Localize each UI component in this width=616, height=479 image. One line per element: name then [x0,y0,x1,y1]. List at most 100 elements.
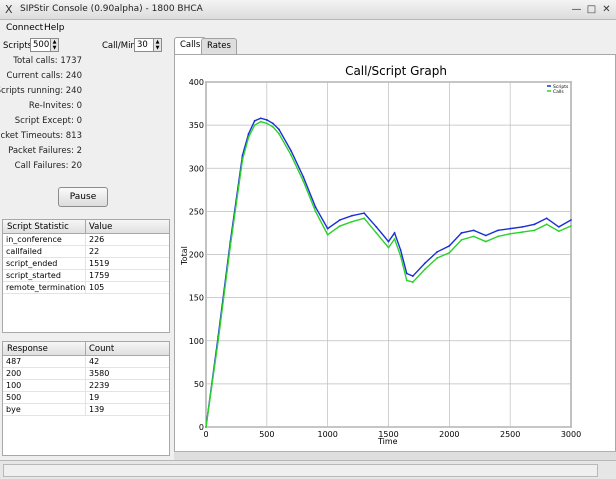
table-header: Script Statistic Value [3,220,169,234]
close-icon[interactable]: ✕ [600,3,613,16]
cell-value: 105 [89,283,105,292]
data-point-scripts [290,150,293,152]
menu-help[interactable]: Help [44,23,65,33]
data-point-calls [265,122,268,125]
data-point-scripts [484,234,487,237]
y-tick-label: 350 [189,121,204,130]
app-icon: X [5,3,13,16]
data-point-scripts [278,128,280,131]
data-point-calls [424,268,426,271]
data-point-scripts [265,119,268,121]
cell-value: 1519 [89,259,110,268]
scripts-stepper[interactable]: ▲ ▼ [50,38,59,52]
stat-call-failures: Call Failures: 20 [14,161,82,171]
data-point-scripts [363,212,366,215]
y-axis-label: Total [179,246,189,265]
data-point-scripts [393,232,396,234]
stat-total-calls: Total calls: 1737 [13,56,82,66]
pause-button[interactable]: Pause [58,187,108,207]
y-tick-label: 250 [189,207,204,216]
data-point-scripts [314,206,317,208]
column-header-response[interactable]: Response [7,344,48,354]
data-point-scripts [448,244,451,247]
data-point-scripts [545,217,548,220]
horizontal-scrollbar[interactable] [174,451,616,460]
cell-count: 3580 [89,369,110,378]
maximize-icon[interactable]: □ [585,3,598,16]
data-point-scripts [460,232,463,234]
callmin-stepper[interactable]: ▲ ▼ [153,38,162,52]
data-point-calls [363,217,366,220]
cell-response: bye [6,405,21,414]
column-header-value[interactable]: Value [89,222,112,232]
cell-name: remote_termination [6,283,86,292]
tab-rates[interactable]: Rates [201,38,237,54]
y-tick-label: 200 [189,251,204,260]
data-point-scripts [424,262,426,265]
table-row[interactable]: callfailed 22 [3,246,169,258]
data-point-calls [278,132,280,135]
cell-name: in_conference [6,235,62,244]
scripts-input[interactable]: 500 [30,38,51,52]
title-bar: X SIPStir Console (0.90alpha) - 1800 BHC… [0,0,616,20]
y-tick-label: 400 [189,78,204,87]
menu-bar: Connect Help [0,20,616,36]
y-tick-label: 0 [199,423,204,432]
cell-value: 1759 [89,271,110,280]
stat-script-except: Script Except: 0 [14,116,82,126]
data-point-scripts [302,175,305,178]
table-row[interactable]: in_conference 226 [3,234,169,246]
data-point-calls [314,210,317,213]
scripts-label: Scripts [3,41,33,51]
table-row[interactable]: 200 3580 [3,368,169,380]
script-statistic-table: Script Statistic Value in_conference 226 … [2,219,170,333]
cell-count: 19 [89,393,100,402]
table-row[interactable]: bye 139 [3,404,169,416]
data-point-scripts [338,219,341,221]
data-point-calls [497,235,499,238]
table-row[interactable]: script_started 1759 [3,270,169,282]
data-point-scripts [405,272,408,275]
data-point-scripts [387,240,390,243]
column-header-count[interactable]: Count [89,344,114,354]
stat-reinvites: Re-Invites: 0 [28,101,82,111]
data-point-scripts [436,251,439,253]
callmin-input[interactable]: 30 [134,38,154,52]
data-point-scripts [253,119,256,122]
data-point-calls [229,244,232,247]
cell-name: callfailed [6,247,42,256]
data-point-calls [436,257,439,259]
y-tick-label: 50 [194,380,204,389]
data-point-calls [272,125,274,128]
data-point-calls [217,339,220,342]
data-point-scripts [399,249,402,252]
data-point-calls [247,136,250,139]
data-point-calls [472,235,475,238]
data-point-scripts [351,214,353,217]
data-point-calls [570,225,572,227]
table-row[interactable]: script_ended 1519 [3,258,169,270]
data-point-calls [399,255,402,258]
table-row[interactable]: remote_termination 105 [3,282,169,294]
legend-label: Calls [553,89,564,95]
data-point-calls [338,225,341,227]
data-point-calls [205,426,207,428]
stat-current-calls: Current calls: 240 [6,71,82,81]
column-header-script-statistic[interactable]: Script Statistic [7,222,69,232]
minimize-icon[interactable]: — [570,3,583,16]
data-point-calls [259,120,262,123]
data-point-scripts [375,226,378,228]
table-row[interactable]: 487 42 [3,356,169,368]
cell-count: 2239 [89,381,110,390]
data-point-calls [509,232,512,235]
status-bar [0,460,616,479]
data-point-calls [448,251,451,254]
cell-response: 100 [6,381,22,390]
call-script-chart: 0 500 1000 1500 2000 2500 30000501001502002503… [189,78,581,439]
y-tick-label: 300 [189,164,204,173]
data-point-scripts [247,132,250,135]
table-row[interactable]: 100 2239 [3,380,169,392]
table-row[interactable]: 500 19 [3,392,169,404]
stat-packet-timeouts: Packet Timeouts: 813 [0,131,82,141]
menu-connect[interactable]: Connect [6,23,43,33]
